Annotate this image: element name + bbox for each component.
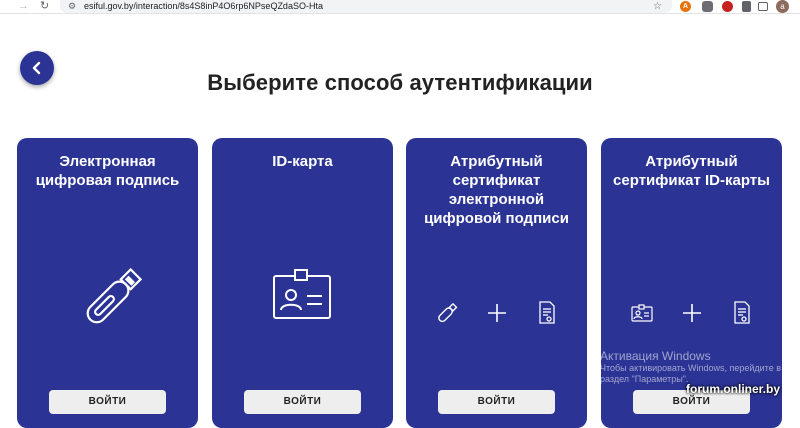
card-title: Атрибутный сертификат электронной цифров… (424, 153, 569, 227)
card-title: ID-карта (272, 153, 333, 170)
extension-c-icon[interactable] (722, 1, 733, 12)
usb-token-icon (86, 267, 143, 324)
source-watermark: forum.onliner.by (686, 382, 781, 396)
browser-toolbar: → ↻ ⚙ esiful.gov.by/interaction/8s4S8inP… (0, 0, 800, 14)
id-card-small-icon (631, 304, 653, 322)
login-button[interactable]: ВОЙТИ (244, 390, 361, 414)
login-button[interactable]: ВОЙТИ (49, 390, 166, 414)
address-bar[interactable]: ⚙ esiful.gov.by/interaction/8s4S8inP4O6r… (60, 0, 672, 13)
certificate-document-icon (539, 301, 555, 324)
id-card-icon (273, 269, 331, 319)
card-attribute-certificate-signature[interactable]: Атрибутный сертификат электронной цифров… (406, 138, 587, 428)
card-title: Электронная цифровая подпись (35, 153, 180, 189)
side-panel-icon[interactable] (758, 2, 768, 11)
card-digital-signature[interactable]: Электронная цифровая подпись ВОЙТИ (17, 138, 198, 428)
site-settings-icon[interactable]: ⚙ (68, 1, 76, 12)
extension-a-icon[interactable]: A (680, 1, 691, 12)
login-button[interactable]: ВОЙТИ (438, 390, 555, 414)
plus-icon (488, 304, 506, 322)
extension-b-icon[interactable] (702, 1, 713, 12)
url-text: esiful.gov.by/interaction/8s4S8inP4O6rp6… (84, 1, 323, 11)
page-title: Выберите способ аутентификации (207, 70, 593, 95)
card-id-card[interactable]: ID-карта ВОЙТИ (212, 138, 393, 428)
reload-icon[interactable]: ↻ (40, 0, 49, 13)
plus-icon (683, 304, 701, 322)
extensions-puzzle-icon[interactable] (742, 1, 751, 12)
profile-avatar[interactable]: a (776, 0, 789, 13)
windows-activation-watermark: Активация Windows Чтобы активировать Win… (600, 349, 781, 384)
card-title: Атрибутный сертификат ID-карты (613, 153, 770, 189)
forward-icon[interactable]: → (18, 0, 29, 13)
certificate-document-icon (734, 301, 750, 324)
usb-token-small-icon (438, 302, 458, 323)
bookmark-star-icon[interactable]: ☆ (653, 0, 662, 13)
